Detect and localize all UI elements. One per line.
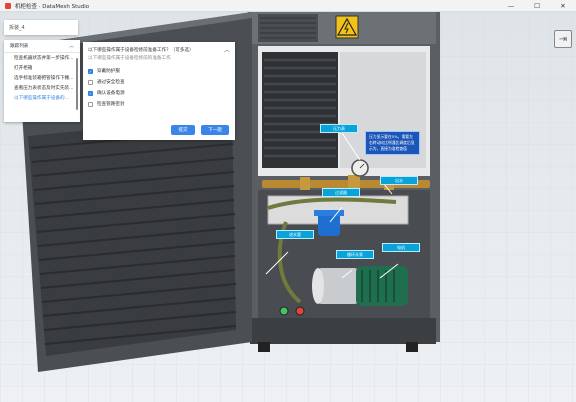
checkbox-icon[interactable]	[88, 101, 93, 107]
inlet-tag[interactable]: 进水管	[276, 230, 314, 239]
question-card: 以下哪些操作属于设备检修前准备工作？（可多选） ︿ 以下哪些操作属于设备检修前的…	[83, 42, 235, 140]
task-list-scrollbar[interactable]	[76, 58, 78, 110]
task-list-item[interactable]: 选手标准装箱把管操作下棚...	[4, 73, 80, 83]
question-title: 以下哪些操作属于设备检修前准备工作？（可多选）	[88, 48, 194, 53]
window-title: 机柜检查 · DataMesh Studio	[15, 3, 90, 10]
pressure-tooltip: 压力显示要在5%，需要左右转动向比例通比调度后显示为，直接为准检查值	[365, 131, 420, 155]
title-bar: 机柜检查 · DataMesh Studio — ☐ ✕	[0, 0, 576, 12]
maximize-button[interactable]: ☐	[524, 0, 550, 11]
chevron-up-icon[interactable]: ︿	[69, 43, 74, 49]
task-list-item[interactable]: 打开柜箱	[4, 63, 80, 73]
task-list-header[interactable]: 跟踪列表 ︿	[4, 40, 80, 53]
next-button[interactable]: 下一题	[201, 125, 229, 135]
option-label: 检查管路密封	[97, 102, 125, 107]
checkbox-checked-icon[interactable]: ✓	[88, 90, 93, 96]
question-option[interactable]: ✓ 穿戴防护服	[88, 68, 120, 74]
filter-tag[interactable]: 过滤器	[322, 188, 360, 197]
minimize-button[interactable]: —	[498, 0, 524, 11]
scene-name-field[interactable]: 拆装_4	[4, 20, 78, 35]
chevron-up-icon[interactable]: ︿	[224, 45, 230, 54]
task-list-item-active[interactable]: 以下哪些操作属于设备的...	[4, 93, 80, 103]
close-button[interactable]: ✕	[550, 0, 576, 11]
motor-tag[interactable]: 电机	[382, 243, 420, 252]
red-status-light	[295, 306, 305, 316]
option-label: 通过安全检查	[97, 80, 125, 85]
option-label: 穿戴防护服	[97, 69, 120, 74]
app-icon	[5, 2, 11, 9]
question-option[interactable]: ✓ 确认设备电源	[88, 90, 125, 96]
question-option[interactable]: 检查管路密封	[88, 101, 125, 107]
outlet-tag[interactable]: 出水	[380, 176, 418, 185]
question-option[interactable]: 通过安全检查	[88, 79, 125, 85]
pressure-gauge-tag[interactable]: 压力表	[320, 124, 358, 133]
exit-icon[interactable]: ⇥	[554, 30, 572, 48]
task-list-item[interactable]: 检查机器状态并第一步操作...	[4, 53, 80, 63]
pump-tag[interactable]: 循环水泵	[336, 250, 374, 259]
checkbox-icon[interactable]	[88, 79, 93, 85]
submit-button[interactable]: 提交	[171, 125, 195, 135]
option-label: 确认设备电源	[97, 91, 125, 96]
task-list-panel: 跟踪列表 ︿ 检查机器状态并第一步操作... 打开柜箱 选手标准装箱把管操作下棚…	[4, 40, 80, 122]
question-subtitle: 以下哪些操作属于设备检修前的准备工作	[88, 56, 171, 61]
checkbox-checked-icon[interactable]: ✓	[88, 68, 93, 74]
task-list-item[interactable]: 查看压力表状态及时实先装...	[4, 83, 80, 93]
motor-body	[356, 266, 408, 306]
green-status-light	[279, 306, 289, 316]
task-list-title: 跟踪列表	[10, 44, 29, 49]
